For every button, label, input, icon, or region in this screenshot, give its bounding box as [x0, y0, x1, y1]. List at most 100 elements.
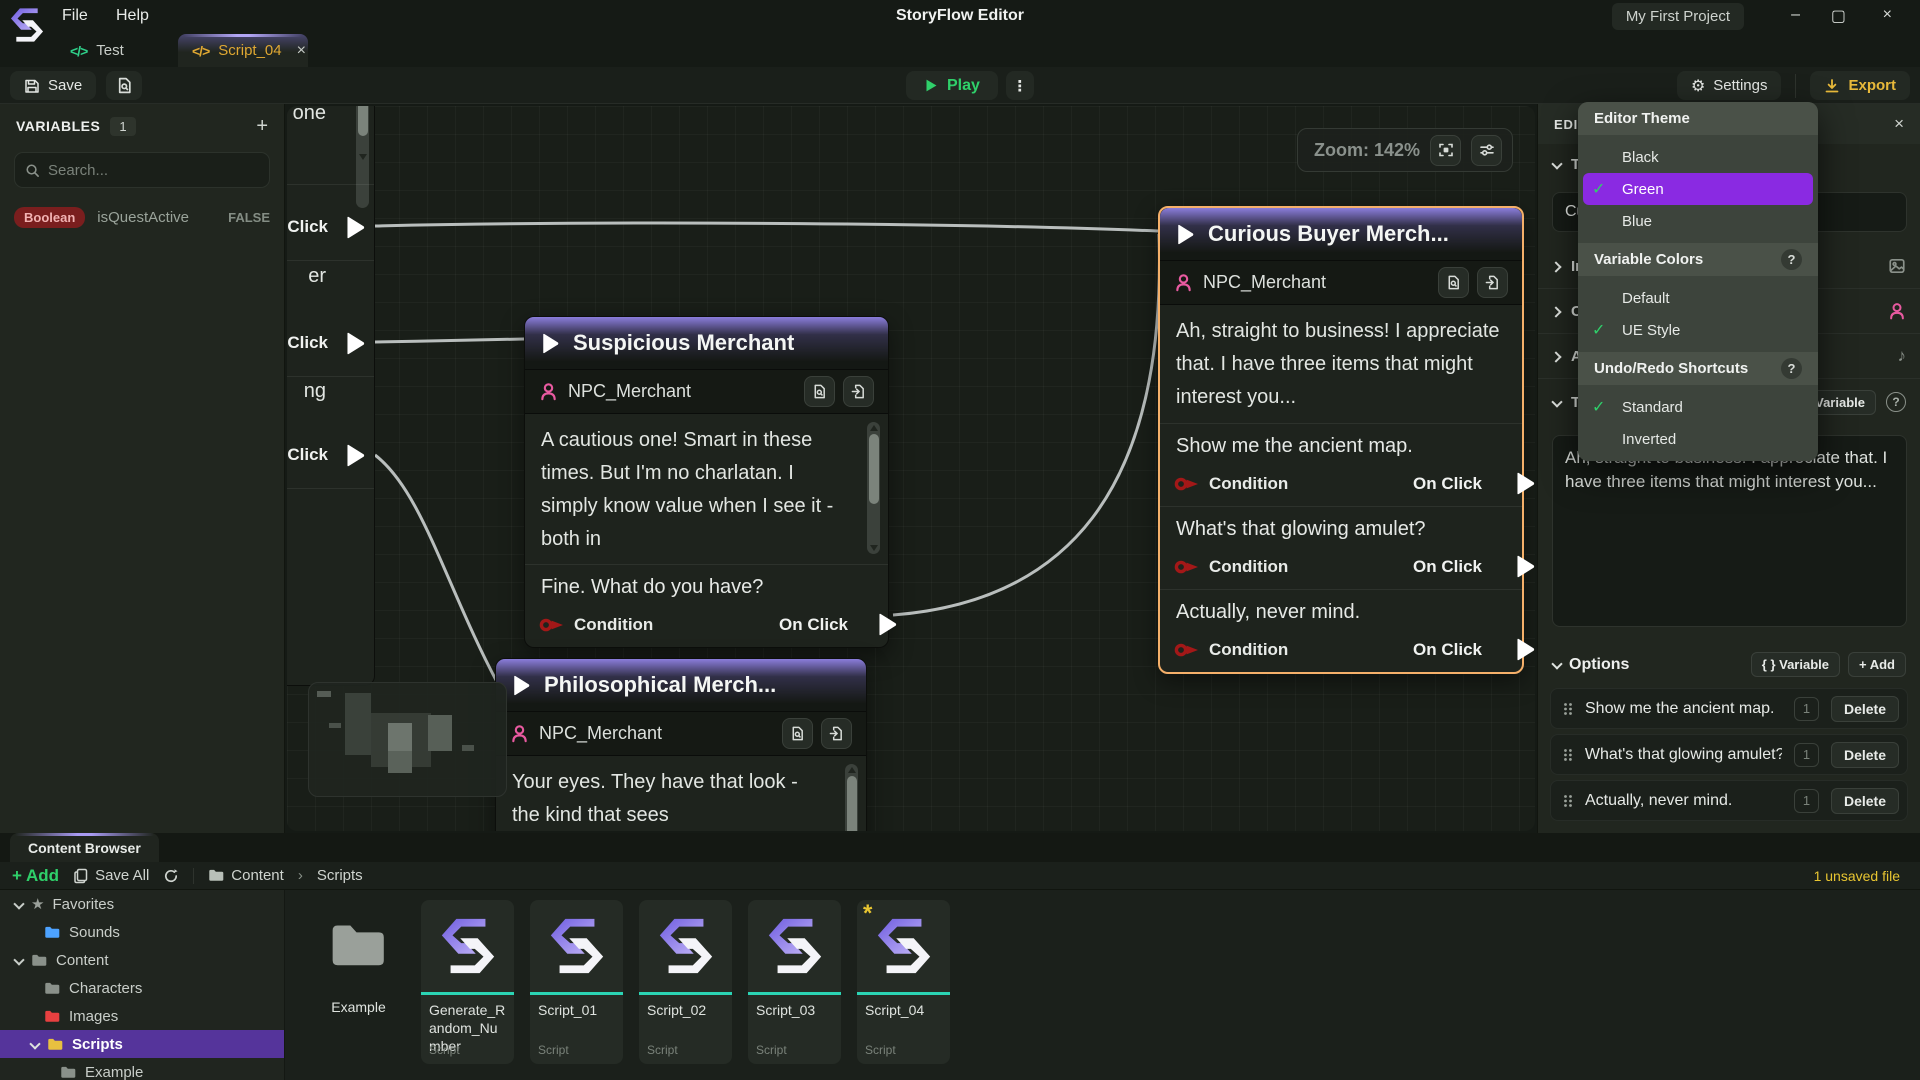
preview-file-button[interactable] — [106, 71, 142, 100]
drag-handle-icon[interactable] — [1563, 702, 1573, 716]
help-icon[interactable]: ? — [1781, 358, 1802, 379]
play-button[interactable]: Play — [906, 71, 998, 100]
option-condition-row: Click — [287, 322, 374, 366]
node-body-text[interactable]: Your eyes. They have that look - the kin… — [496, 756, 866, 831]
menu-item-default[interactable]: Default — [1578, 282, 1818, 314]
menu-item-blue[interactable]: Blue — [1578, 205, 1818, 237]
node-preview-button[interactable] — [1438, 267, 1469, 298]
asset-generate-random-number[interactable]: Generate_Random_Number Script — [421, 900, 514, 1064]
option-row[interactable]: Show me the ancient map. 1 Delete — [1550, 688, 1908, 729]
dialogue-option[interactable]: Actually, never mind. Condition On Click — [1160, 589, 1522, 672]
image-icon — [1888, 257, 1906, 275]
tab-script-04[interactable]: </> Script_04 × — [178, 34, 308, 67]
tree-item-content[interactable]: Content — [0, 946, 284, 974]
tree-item-characters[interactable]: Characters — [0, 974, 284, 1002]
asset-example-folder[interactable]: Example — [312, 900, 405, 1064]
add-option-button[interactable]: + Add — [1848, 652, 1906, 677]
add-variable-button[interactable]: + — [256, 116, 268, 136]
help-icon[interactable]: ? — [1781, 249, 1802, 270]
tree-item-scripts[interactable]: Scripts — [0, 1030, 284, 1058]
dialogue-text-input[interactable]: Ah, straight to business! I appreciate t… — [1552, 435, 1907, 627]
menu-item-green[interactable]: ✓ Green — [1583, 173, 1813, 205]
save-button[interactable]: Save — [10, 71, 96, 100]
node-canvas[interactable]: one Click er Click ng Click — [287, 106, 1535, 831]
export-button[interactable]: Export — [1810, 71, 1910, 100]
canvas-settings-button[interactable] — [1471, 135, 1502, 166]
dialogue-option[interactable]: Show me the ancient map. Condition On Cl… — [1160, 423, 1522, 506]
dialogue-node-philosophical-merchant[interactable]: Philosophical Merch... NPC_Merchant Your… — [495, 658, 867, 831]
breadcrumb-root[interactable]: Content — [208, 867, 284, 884]
edge — [375, 455, 497, 682]
tree-item-favorites[interactable]: ★ Favorites — [0, 890, 284, 918]
onclick-port[interactable] — [345, 332, 366, 355]
help-icon[interactable]: ? — [1886, 392, 1906, 412]
dialogue-option[interactable]: Fine. What do you have? Condition On Cli… — [525, 564, 888, 647]
refresh-button[interactable] — [163, 868, 179, 884]
menu-item-ue-style[interactable]: ✓ UE Style — [1578, 314, 1818, 346]
scrollbar[interactable] — [356, 106, 369, 208]
onclick-port[interactable] — [1515, 555, 1535, 578]
node-body-text[interactable]: A cautious one! Smart in these times. Bu… — [525, 414, 888, 564]
save-all-button[interactable]: Save All — [73, 867, 149, 884]
asset-script-01[interactable]: Script_01 Script — [530, 900, 623, 1064]
dialogue-node-curious-buyer[interactable]: Curious Buyer Merch... NPC_Merchant Ah, … — [1158, 206, 1524, 674]
menu-item-black[interactable]: Black — [1578, 141, 1818, 173]
tab-close-icon[interactable]: × — [297, 42, 306, 60]
option-row[interactable]: Actually, never mind. 1 Delete — [1550, 780, 1908, 821]
drag-handle-icon[interactable] — [1563, 794, 1573, 808]
settings-button[interactable]: ⚙ Settings — [1677, 71, 1782, 100]
breadcrumb-current[interactable]: Scripts — [317, 867, 363, 884]
node-preview-button[interactable] — [782, 718, 813, 749]
asset-script-03[interactable]: Script_03 Script — [748, 900, 841, 1064]
onclick-port[interactable] — [1515, 638, 1535, 661]
delete-option-button[interactable]: Delete — [1831, 788, 1899, 814]
dialogue-node-suspicious-merchant[interactable]: Suspicious Merchant NPC_Merchant A cauti… — [524, 316, 889, 648]
node-goto-button[interactable] — [821, 718, 852, 749]
tab-test[interactable]: </> Test — [56, 34, 138, 67]
delete-option-button[interactable]: Delete — [1831, 696, 1899, 722]
window-close-button[interactable]: × — [1883, 6, 1892, 24]
person-icon — [510, 724, 529, 743]
scrollbar[interactable] — [845, 764, 858, 831]
scrollbar[interactable] — [867, 422, 880, 554]
fit-view-button[interactable] — [1430, 135, 1461, 166]
add-asset-button[interactable]: + Add — [12, 866, 59, 886]
window-minimize-button[interactable]: – — [1791, 6, 1800, 24]
onclick-port[interactable] — [345, 444, 366, 467]
variables-search[interactable] — [14, 152, 270, 188]
variable-row[interactable]: Boolean isQuestActive FALSE — [0, 198, 284, 237]
node-goto-button[interactable] — [1477, 267, 1508, 298]
script-icon — [546, 915, 608, 977]
menu-item-inverted[interactable]: Inverted — [1578, 423, 1818, 455]
variables-search-input[interactable] — [48, 162, 238, 179]
node-header[interactable]: Philosophical Merch... — [496, 659, 866, 711]
minimap[interactable] — [308, 682, 507, 797]
tree-item-images[interactable]: Images — [0, 1002, 284, 1030]
settings-button-label: Settings — [1713, 77, 1767, 94]
options-section-header: Options { } Variable + Add — [1538, 642, 1920, 683]
onclick-label: On Click — [779, 615, 848, 635]
node-body-text[interactable]: Ah, straight to business! I appreciate t… — [1160, 305, 1522, 423]
asset-script-04[interactable]: * Script_04 Script — [857, 900, 950, 1064]
node-goto-button[interactable] — [843, 376, 874, 407]
delete-option-button[interactable]: Delete — [1831, 742, 1899, 768]
asset-script-02[interactable]: Script_02 Script — [639, 900, 732, 1064]
node-header[interactable]: Curious Buyer Merch... — [1160, 208, 1522, 260]
menu-item-standard[interactable]: ✓ Standard — [1578, 391, 1818, 423]
options-variable-button[interactable]: { } Variable — [1751, 652, 1840, 677]
drag-handle-icon[interactable] — [1563, 748, 1573, 762]
window-maximize-button[interactable]: ▢ — [1831, 6, 1846, 26]
play-options-button[interactable]: ⋮ — [1006, 71, 1034, 100]
dialogue-node-partial[interactable]: one Click er Click ng Click — [287, 106, 375, 686]
onclick-port[interactable] — [345, 216, 366, 239]
node-header[interactable]: Suspicious Merchant — [525, 317, 888, 369]
option-row[interactable]: What's that glowing amulet? 1 Delete — [1550, 734, 1908, 775]
tree-item-example[interactable]: Example — [0, 1058, 284, 1080]
content-browser-tab[interactable]: Content Browser — [10, 833, 159, 862]
node-preview-button[interactable] — [804, 376, 835, 407]
tree-item-sounds[interactable]: Sounds — [0, 918, 284, 946]
onclick-port[interactable] — [877, 613, 898, 636]
editor-panel-close-icon[interactable]: × — [1894, 114, 1904, 134]
onclick-port[interactable] — [1515, 472, 1535, 495]
dialogue-option[interactable]: What's that glowing amulet? Condition On… — [1160, 506, 1522, 589]
